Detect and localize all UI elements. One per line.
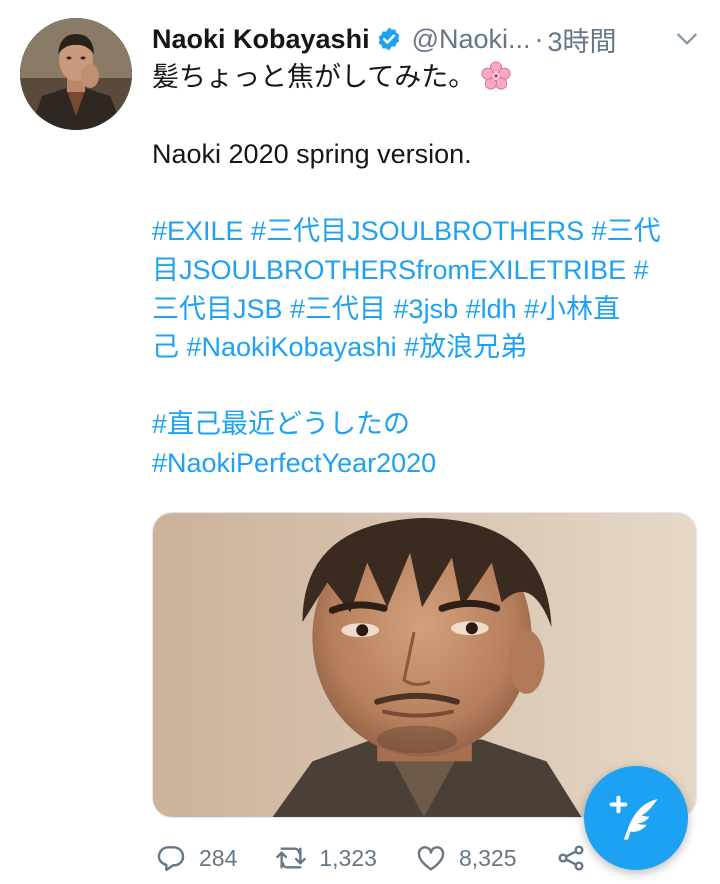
tweet-line: 髪ちょっと焦がしてみた。 bbox=[152, 58, 697, 97]
share-button[interactable] bbox=[555, 842, 587, 874]
chevron-down-icon[interactable] bbox=[674, 26, 700, 52]
hashtag-line[interactable]: 己 #NaokiKobayashi #放浪兄弟 bbox=[152, 328, 697, 367]
hashtag-line[interactable]: #NaokiPerfectYear2020 bbox=[152, 444, 697, 483]
compose-tweet-button[interactable] bbox=[584, 766, 688, 870]
like-button[interactable]: 8,325 bbox=[415, 842, 517, 874]
tweet-header: Naoki Kobayashi @Naoki... · 3時間 bbox=[152, 18, 700, 60]
tweet-timestamp[interactable]: 3時間 bbox=[548, 20, 617, 59]
like-count: 8,325 bbox=[458, 844, 517, 871]
verified-badge-icon bbox=[378, 27, 399, 51]
share-icon bbox=[557, 845, 584, 871]
hashtag-line[interactable]: #直己最近どうしたの bbox=[152, 405, 697, 444]
reply-icon bbox=[157, 846, 185, 872]
retweet-button[interactable]: 1,323 bbox=[275, 842, 377, 874]
retweet-icon bbox=[276, 847, 307, 869]
tweet-text: 髪ちょっと焦がしてみた。 Naoki 2020 spring version. … bbox=[152, 58, 697, 483]
hashtag-line[interactable]: #EXILE #三代目JSOULBROTHERS #三代 bbox=[152, 212, 697, 251]
author-handle[interactable]: @Naoki... bbox=[412, 24, 531, 55]
tweet-line: Naoki 2020 spring version. bbox=[152, 139, 472, 170]
hashtag-line[interactable]: 目JSOULBROTHERSfromEXILETRIBE # bbox=[152, 251, 697, 290]
hashtag-line[interactable]: 三代目JSB #三代目 #3jsb #ldh #小林直 bbox=[152, 290, 697, 329]
avatar[interactable] bbox=[20, 18, 132, 130]
author-name[interactable]: Naoki Kobayashi bbox=[152, 24, 370, 55]
avatar-image bbox=[20, 18, 132, 130]
heart-icon bbox=[417, 846, 445, 871]
compose-tweet-icon bbox=[609, 795, 658, 840]
tweet-actions: 284 1,323 8,325 bbox=[155, 838, 625, 878]
cherry-blossom-emoji bbox=[481, 61, 511, 90]
retweet-count: 1,323 bbox=[319, 844, 377, 871]
header-separator: · bbox=[534, 23, 544, 54]
reply-button[interactable]: 284 bbox=[155, 842, 237, 874]
reply-count: 284 bbox=[199, 844, 238, 871]
tweet: Naoki Kobayashi @Naoki... · 3時間 髪ちょっと焦がし… bbox=[0, 0, 720, 884]
